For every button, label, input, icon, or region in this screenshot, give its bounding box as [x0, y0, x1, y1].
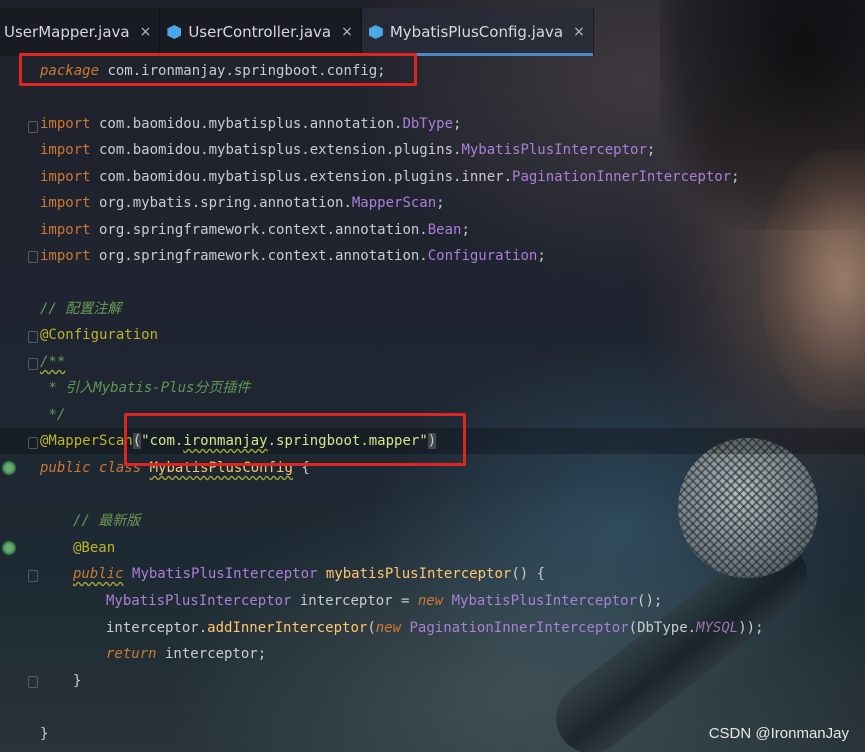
import-package: com.baomidou.mybatisplus.extension.plugi… — [90, 169, 513, 185]
comment: // 最新版 — [73, 513, 141, 529]
code-line: return interceptor; — [106, 641, 266, 667]
doc-comment: */ — [40, 407, 66, 423]
import-package: org.springframework.context.annotation. — [90, 248, 428, 264]
code-line: import org.springframework.context.annot… — [40, 243, 546, 269]
doc-comment: * 引入Mybatis-Plus分页插件 — [40, 380, 251, 396]
close-icon[interactable]: × — [140, 24, 152, 40]
code-line: public MybatisPlusInterceptor mybatisPlu… — [73, 561, 545, 587]
fold-icon[interactable] — [28, 676, 38, 688]
type-name: MybatisPlusInterceptor — [106, 593, 292, 609]
semicolon: ; — [731, 169, 740, 185]
watermark: CSDN @IronmanJay — [708, 725, 849, 742]
keyword: import — [40, 222, 91, 238]
close-icon[interactable]: × — [341, 24, 353, 40]
fold-icon[interactable] — [28, 251, 38, 263]
import-class: MybatisPlusInterceptor — [461, 142, 647, 158]
doc-comment: /** — [40, 354, 66, 370]
punctuation: )); — [738, 620, 764, 636]
keyword: import — [40, 169, 91, 185]
keyword: import — [40, 195, 91, 211]
variable: interceptor. — [106, 620, 208, 636]
fold-icon[interactable] — [28, 121, 38, 133]
keyword: public — [73, 566, 124, 582]
code-line: // 最新版 — [73, 508, 140, 534]
comment: // 配置注解 — [40, 301, 122, 317]
paren: ( — [367, 620, 376, 636]
method-name: mybatisPlusInterceptor — [325, 566, 512, 582]
code-line: import com.baomidou.mybatisplus.extensio… — [40, 164, 740, 190]
code-line: */ — [40, 402, 65, 428]
keyword: new — [417, 593, 444, 609]
fold-icon[interactable] — [28, 358, 38, 370]
method-name: addInnerInterceptor — [207, 620, 368, 636]
semicolon: ; — [453, 116, 462, 132]
type-name: MybatisPlusInterceptor — [451, 593, 638, 609]
semicolon: ; — [646, 142, 656, 158]
keyword: return — [106, 646, 157, 662]
import-package: org.springframework.context.annotation. — [90, 222, 428, 238]
code-line: } — [40, 721, 48, 747]
code-line: MybatisPlusInterceptor interceptor = new… — [106, 588, 662, 614]
keyword: import — [40, 116, 91, 132]
punctuation: (); — [637, 593, 663, 609]
code-line: interceptor.addInnerInterceptor(new Pagi… — [106, 615, 764, 641]
highlight-box-package — [19, 53, 417, 86]
import-package: com.baomidou.mybatisplus.extension.plugi… — [90, 142, 462, 158]
code-line: import org.mybatis.spring.annotation.Map… — [40, 190, 445, 216]
type-name: MybatisPlusInterceptor — [132, 566, 318, 582]
tab-label: UserController.java — [188, 23, 332, 41]
code-editor[interactable]: package com.ironmanjay.springboot.config… — [0, 56, 865, 752]
spring-bean-icon[interactable] — [2, 541, 16, 555]
code-line: @Bean — [73, 535, 115, 561]
editor-tab-bar: UserMapper.java × UserController.java × … — [0, 8, 865, 56]
code-line: // 配置注解 — [40, 296, 121, 322]
tab-label: MybatisPlusConfig.java — [389, 23, 564, 41]
enum-field: MYSQL — [696, 620, 739, 636]
code-line: /** — [40, 349, 65, 375]
code-line: import com.baomidou.mybatisplus.annotati… — [40, 111, 461, 137]
close-icon[interactable]: × — [573, 24, 585, 40]
tab-usercontroller[interactable]: UserController.java × — [160, 8, 362, 56]
import-class: DbType — [402, 116, 454, 132]
keyword: import — [40, 248, 91, 264]
code-line: @Configuration — [40, 322, 158, 348]
variable: interceptor; — [156, 646, 267, 662]
keyword: public — [40, 460, 91, 476]
brace: } — [73, 673, 82, 689]
import-class: MapperScan — [351, 195, 437, 211]
java-class-icon — [368, 24, 384, 40]
tab-label: UserMapper.java — [4, 23, 130, 41]
import-package: org.mybatis.spring.annotation. — [90, 195, 352, 211]
keyword: new — [375, 620, 402, 636]
semicolon: ; — [436, 195, 445, 211]
enum-ref: (DbType. — [628, 620, 697, 636]
code-line: } — [73, 668, 81, 694]
fold-icon[interactable] — [28, 570, 38, 582]
fold-icon[interactable] — [28, 437, 38, 449]
semicolon: ; — [461, 222, 470, 238]
code-line: import com.baomidou.mybatisplus.extensio… — [40, 137, 655, 163]
import-class: PaginationInnerInterceptor — [512, 169, 732, 185]
code-line: * 引入Mybatis-Plus分页插件 — [40, 375, 250, 401]
brace: } — [40, 726, 49, 742]
import-class: Configuration — [427, 248, 538, 264]
java-class-icon — [166, 24, 182, 40]
annotation: @Bean — [73, 540, 116, 556]
highlight-box-mapperscan — [124, 413, 466, 466]
type-name: PaginationInnerInterceptor — [409, 620, 629, 636]
annotation: @MapperScan — [40, 433, 133, 449]
spring-bean-icon[interactable] — [2, 461, 16, 475]
fold-icon[interactable] — [28, 331, 38, 343]
code-line: import org.springframework.context.annot… — [40, 217, 470, 243]
brace: () { — [511, 566, 546, 582]
tab-mybatisplusconfig[interactable]: MybatisPlusConfig.java × — [361, 8, 594, 56]
variable: interceptor = — [291, 593, 418, 609]
annotation: @Configuration — [40, 327, 159, 343]
keyword: import — [40, 142, 91, 158]
import-package: com.baomidou.mybatisplus.annotation. — [90, 116, 403, 132]
import-class: Bean — [427, 222, 462, 238]
semicolon: ; — [537, 248, 546, 264]
tab-usermapper[interactable]: UserMapper.java × — [0, 8, 161, 56]
